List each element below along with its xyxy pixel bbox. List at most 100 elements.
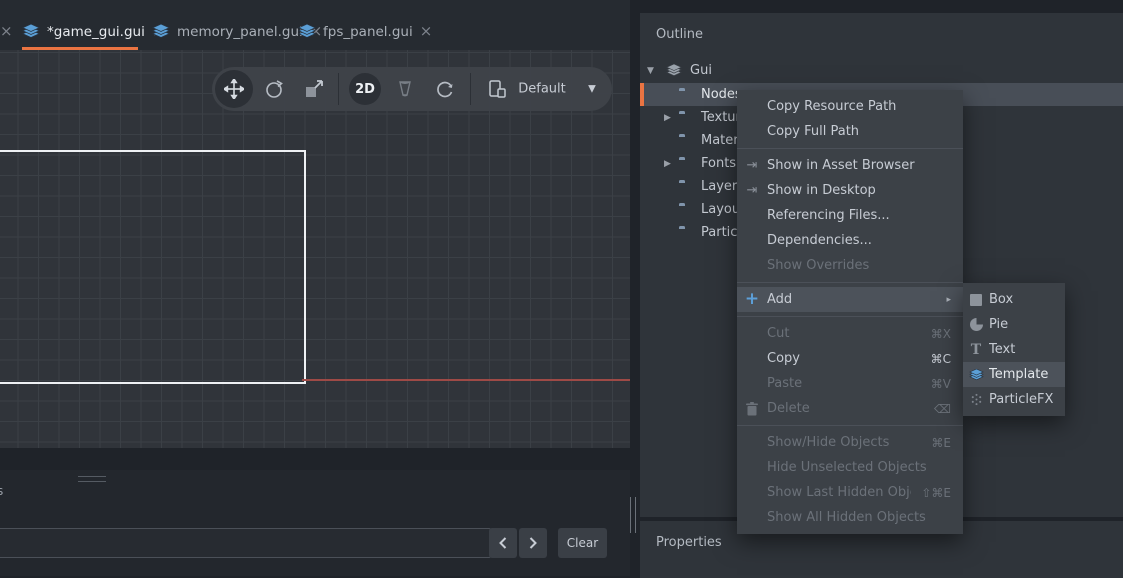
menu-item-copy-resource-path[interactable]: Copy Resource Path <box>737 94 963 119</box>
submenu-item-box[interactable]: Box <box>963 287 1065 312</box>
profile-select-value[interactable]: Default <box>518 82 566 97</box>
menu-item-show-hide-objects: Show/Hide Objects ⌘E <box>737 430 963 455</box>
frustum-camera-icon <box>395 80 415 98</box>
tree-row-gui[interactable]: ▼ Gui <box>640 59 1123 82</box>
context-menu: Copy Resource Path Copy Full Path ⇥ Show… <box>737 90 963 534</box>
scale-icon <box>304 79 324 99</box>
menu-item-show-overrides: Show Overrides <box>737 253 963 278</box>
frustum-culling-button[interactable] <box>395 80 415 98</box>
move-icon <box>224 79 244 99</box>
2d-toggle-button[interactable]: 2D <box>349 73 381 105</box>
box-node-icon <box>963 294 989 306</box>
tree-row-label: Nodes <box>701 87 742 102</box>
submenu-item-pie[interactable]: Pie <box>963 312 1065 337</box>
gui-file-icon <box>152 24 170 39</box>
menu-item-dependencies[interactable]: Dependencies... <box>737 228 963 253</box>
menu-item-paste: Paste ⌘V <box>737 371 963 396</box>
move-tool-button[interactable] <box>215 70 253 108</box>
chevron-down-icon[interactable]: ▼ <box>588 84 596 95</box>
expand-arrow-icon[interactable]: ▼ <box>647 66 654 76</box>
chevron-right-icon <box>528 537 538 549</box>
reset-view-button[interactable] <box>435 79 455 99</box>
menu-item-copy[interactable]: Copy ⌘C <box>737 346 963 371</box>
menu-separator <box>737 278 963 287</box>
tab-label: memory_panel.gui <box>177 24 303 40</box>
folder-icon <box>679 113 695 126</box>
particlefx-node-icon <box>963 393 989 406</box>
menu-separator <box>737 312 963 321</box>
tab-label: *game_gui.gui <box>47 24 145 40</box>
find-previous-button[interactable] <box>489 528 517 558</box>
selection-accent-bar <box>640 83 644 106</box>
menu-item-show-in-asset-browser[interactable]: ⇥ Show in Asset Browser <box>737 153 963 178</box>
tab-close-icon[interactable]: × <box>420 24 433 39</box>
shortcut-label: ⇧⌘E <box>921 486 951 500</box>
submenu-arrow-icon: ▸ <box>946 295 951 305</box>
shortcut-label: ⌘V <box>931 377 951 391</box>
pie-node-icon <box>963 318 989 331</box>
gui-bounds-rect <box>0 150 306 384</box>
editor-tab-bar: × *game_gui.gui × memory_panel.gui × fps… <box>0 0 630 50</box>
console-clipped-label: s <box>0 484 3 498</box>
vertical-splitter-handle[interactable] <box>630 497 636 533</box>
submenu-item-template[interactable]: Template <box>963 362 1065 387</box>
tab-memory-panel[interactable]: memory_panel.gui × <box>146 13 298 50</box>
jump-to-icon: ⇥ <box>737 158 767 173</box>
submenu-item-text[interactable]: T Text <box>963 337 1065 362</box>
shortcut-label: ⌘E <box>931 436 951 450</box>
tab-game-gui[interactable]: *game_gui.gui × <box>16 13 154 50</box>
menu-item-copy-full-path[interactable]: Copy Full Path <box>737 119 963 144</box>
clear-button[interactable]: Clear <box>558 528 607 558</box>
menu-item-show-in-desktop[interactable]: ⇥ Show in Desktop <box>737 178 963 203</box>
horizontal-splitter-handle[interactable] <box>78 476 106 482</box>
collapse-arrow-icon[interactable]: ▶ <box>664 113 671 123</box>
plus-icon: + <box>737 291 767 308</box>
folder-icon <box>679 90 695 103</box>
text-node-icon: T <box>963 343 989 357</box>
submenu-item-particlefx[interactable]: ParticleFX <box>963 387 1065 412</box>
menu-separator <box>737 421 963 430</box>
reset-view-icon <box>435 79 455 99</box>
folder-icon <box>679 159 695 172</box>
gui-scene-icon <box>666 64 682 77</box>
console-search-input[interactable] <box>0 528 491 558</box>
gui-file-icon <box>22 24 40 39</box>
scene-toolbar: 2D Default ▼ <box>212 67 612 111</box>
properties-panel-title: Properties <box>656 535 722 550</box>
clipped-tab-close-icon[interactable]: × <box>0 24 13 39</box>
rotate-icon <box>264 79 284 99</box>
trash-icon <box>737 402 767 416</box>
outline-panel-title: Outline <box>656 27 703 42</box>
menu-item-show-last-hidden-objects: Show Last Hidden Objects ⇧⌘E <box>737 480 963 505</box>
console-panel: s Clear <box>0 470 630 576</box>
2d-toggle-badge: 2D <box>349 73 381 105</box>
rotate-tool-button[interactable] <box>264 79 284 99</box>
template-node-icon <box>963 369 989 381</box>
x-axis-line <box>302 379 630 381</box>
menu-item-delete: Delete ⌫ <box>737 396 963 421</box>
menu-item-show-all-hidden-objects: Show All Hidden Objects <box>737 505 963 530</box>
shortcut-label: ⌘X <box>931 327 951 341</box>
tab-label: fps_panel.gui <box>323 24 413 40</box>
menu-item-cut: Cut ⌘X <box>737 321 963 346</box>
shortcut-label: ⌘C <box>931 352 951 366</box>
menu-item-referencing-files[interactable]: Referencing Files... <box>737 203 963 228</box>
shortcut-label: ⌫ <box>934 402 951 416</box>
collapse-arrow-icon[interactable]: ▶ <box>664 159 671 169</box>
find-next-button[interactable] <box>519 528 547 558</box>
scale-tool-button[interactable] <box>304 79 324 99</box>
toolbar-separator <box>470 73 471 105</box>
menu-item-hide-unselected-objects: Hide Unselected Objects <box>737 455 963 480</box>
tree-row-label: Gui <box>690 63 712 78</box>
device-profile-icon <box>487 79 507 99</box>
folder-icon <box>679 182 695 195</box>
tab-fps-panel[interactable]: fps_panel.gui × <box>292 13 418 50</box>
folder-icon <box>679 205 695 218</box>
scene-viewport[interactable]: 2D Default ▼ 500 1000 1500 2000 2500 30 <box>0 50 630 448</box>
chevron-left-icon <box>498 537 508 549</box>
tree-row-label: Fonts <box>701 156 736 171</box>
jump-to-icon: ⇥ <box>737 183 767 198</box>
active-tool-ring <box>215 70 253 108</box>
folder-icon <box>679 136 695 149</box>
menu-item-add[interactable]: + Add ▸ <box>737 287 963 312</box>
